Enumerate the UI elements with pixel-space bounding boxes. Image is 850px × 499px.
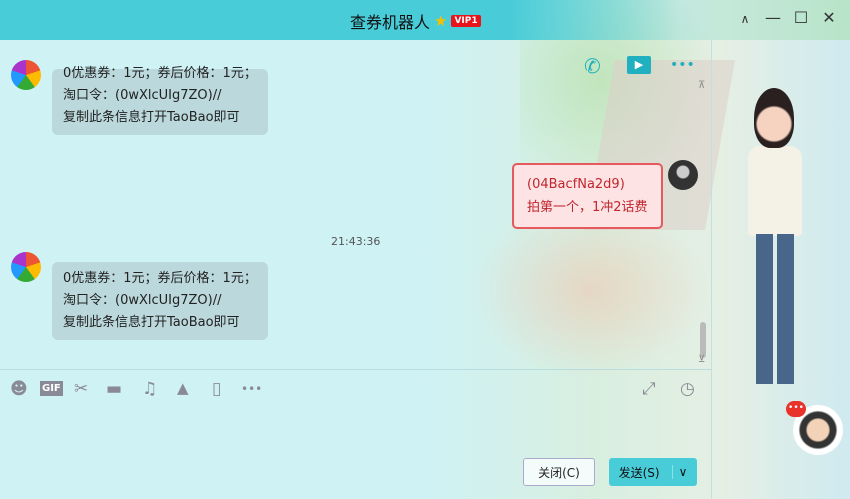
- maximize-button[interactable]: ☐: [791, 8, 811, 27]
- window-title: 查券机器人 ★ VIP1: [350, 9, 481, 33]
- contact-name: 查券机器人: [350, 13, 431, 32]
- gif-icon[interactable]: GIF: [40, 381, 63, 396]
- folder-icon[interactable]: ▬: [106, 379, 122, 399]
- history-icon[interactable]: ◷: [680, 379, 695, 399]
- message-line: 复制此条信息打开TaoBao即可: [63, 315, 240, 330]
- close-button[interactable]: 关闭(C): [523, 458, 595, 486]
- music-icon[interactable]: ♫: [142, 379, 157, 399]
- send-options-chevron-icon[interactable]: ∨: [671, 465, 687, 479]
- shake-icon[interactable]: ▯: [212, 379, 221, 399]
- collapse-button[interactable]: ∧: [735, 12, 755, 26]
- contact-avatar[interactable]: [11, 252, 41, 282]
- title-bar: 查券机器人 ★ VIP1 ∧ — ☐ ✕: [0, 0, 850, 40]
- message-line: 复制此条信息打开TaoBao即可: [63, 110, 240, 125]
- more-tools-icon[interactable]: •••: [241, 382, 262, 396]
- message-line: 0优惠券：1元；券后价格：1元；: [63, 66, 257, 81]
- my-message-bubble: (04BacfNa2d9) 拍第一个，1冲2话费: [512, 163, 663, 229]
- panel-divider: [711, 40, 712, 499]
- contact-avatar[interactable]: [11, 60, 41, 90]
- my-avatar[interactable]: [668, 160, 698, 190]
- message-line: 0优惠券：1元；券后价格：1元；: [63, 271, 257, 286]
- scissors-icon[interactable]: ✂: [74, 379, 88, 399]
- message-area: 0优惠券：1元；券后价格：1元； 淘口令：(0wXlcUIg7ZO)// 复制此…: [0, 40, 712, 368]
- scrollbar[interactable]: [700, 322, 706, 358]
- scroll-bottom-icon[interactable]: ⊻: [698, 354, 705, 365]
- divider: [0, 369, 712, 370]
- message-line: (04BacfNa2d9): [527, 177, 625, 192]
- send-label: 发送(S): [618, 465, 660, 480]
- emoji-icon[interactable]: ☻: [10, 379, 28, 399]
- expand-icon[interactable]: ⤢: [642, 379, 656, 399]
- image-icon[interactable]: ▲: [177, 379, 189, 397]
- vip-badge: VIP1: [451, 15, 481, 27]
- timestamp: 21:43:36: [331, 235, 381, 248]
- close-window-button[interactable]: ✕: [819, 8, 839, 27]
- send-button[interactable]: 发送(S) ∨: [609, 458, 697, 486]
- message-line: 淘口令：(0wXlcUIg7ZO)//: [63, 293, 222, 308]
- chat-bubble-icon: •••: [786, 401, 806, 417]
- message-line: 淘口令：(0wXlcUIg7ZO)//: [63, 88, 222, 103]
- message-line: 拍第一个，1冲2话费: [527, 200, 648, 215]
- message-bubble: 0优惠券：1元；券后价格：1元； 淘口令：(0wXlcUIg7ZO)// 复制此…: [52, 66, 268, 135]
- avatar-show-figure: [740, 88, 810, 408]
- scroll-top-icon[interactable]: ⊼: [698, 80, 705, 91]
- star-icon: ★: [434, 12, 448, 30]
- minimize-button[interactable]: —: [763, 8, 783, 27]
- message-bubble: 0优惠券：1元；券后价格：1元； 淘口令：(0wXlcUIg7ZO)// 复制此…: [52, 262, 268, 340]
